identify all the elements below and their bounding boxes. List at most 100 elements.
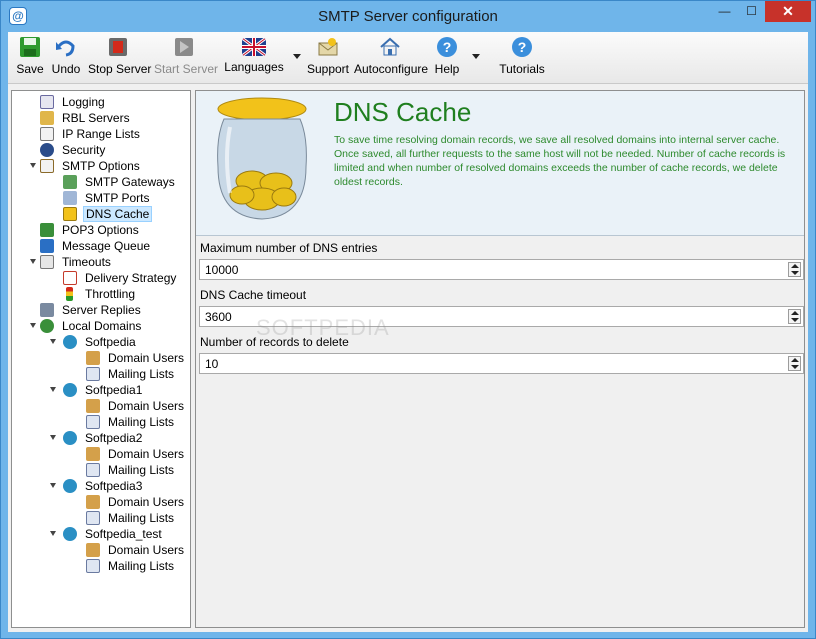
support-envelope-icon <box>318 38 338 56</box>
spin-down-icon[interactable] <box>791 318 799 322</box>
max-dns-entries-label: Maximum number of DNS entries <box>200 241 378 255</box>
users-icon <box>86 351 100 365</box>
tree-item-label: Message Queue <box>62 239 151 253</box>
client-area: Save Undo Stop Server Start Server Langu… <box>8 32 808 632</box>
tree-item-label: IP Range Lists <box>62 127 140 141</box>
tree-item-label: Mailing Lists <box>108 559 175 573</box>
domain-expander[interactable] <box>50 531 56 536</box>
autoconfigure-button[interactable]: Autoconfigure <box>354 36 429 80</box>
spin-down-icon[interactable] <box>791 365 799 369</box>
tree-item-label: Softpedia3 <box>85 479 143 493</box>
undo-button[interactable]: Undo <box>50 36 82 80</box>
smtp-options-expander[interactable] <box>30 163 36 168</box>
house-icon <box>380 37 400 56</box>
settings-tree[interactable]: Logging RBL Servers IP Range Lists Secur… <box>11 90 191 628</box>
stop-server-button[interactable]: Stop Server <box>88 36 151 80</box>
tree-item-label: Domain Users <box>108 351 185 365</box>
start-server-icon <box>175 38 193 56</box>
stop-server-icon <box>109 38 127 56</box>
tree-item-label: Domain Users <box>108 399 185 413</box>
ip-range-icon <box>40 127 54 141</box>
users-icon <box>86 543 100 557</box>
tree-item-label: Mailing Lists <box>108 415 175 429</box>
globe-icon <box>63 335 77 349</box>
languages-label: Languages <box>224 60 284 74</box>
records-to-delete-value: 10 <box>205 357 219 371</box>
globe-icon <box>63 431 77 445</box>
start-server-label: Start Server <box>154 62 219 76</box>
list-icon <box>86 415 100 429</box>
tree-item-label: Delivery Strategy <box>85 271 177 285</box>
tree-item-label: POP3 Options <box>62 223 139 237</box>
globe-icon <box>63 383 77 397</box>
undo-arrow-icon <box>56 40 75 57</box>
users-icon <box>86 447 100 461</box>
minimize-button[interactable]: — <box>711 1 738 22</box>
rbl-icon <box>40 111 54 125</box>
tree-item-label: Local Domains <box>62 319 142 333</box>
globe-icon <box>63 479 77 493</box>
local-domains-icon <box>40 319 54 333</box>
spin-up-icon[interactable] <box>791 264 799 268</box>
pop3-icon <box>40 223 54 237</box>
title-bar[interactable]: @ SMTP Server configuration — ☐ ✕ <box>1 1 815 32</box>
calendar-icon <box>63 271 77 285</box>
page-description: To save time resolving domain records, w… <box>334 134 786 188</box>
start-server-button[interactable]: Start Server <box>154 36 219 80</box>
traffic-light-icon <box>66 287 73 301</box>
tree-item-label: RBL Servers <box>62 111 130 125</box>
cookie-jar-icon <box>217 97 307 220</box>
support-button[interactable]: Support <box>306 36 350 80</box>
domain-expander[interactable] <box>50 339 56 344</box>
timeouts-expander[interactable] <box>30 259 36 264</box>
tree-item-label: DNS Cache <box>83 206 153 222</box>
tree-item-label: SMTP Ports <box>85 191 150 205</box>
tree-item-label: SMTP Options <box>62 159 140 173</box>
records-to-delete-spinner[interactable] <box>788 356 801 371</box>
save-button[interactable]: Save <box>12 36 48 80</box>
help-question-icon: ? <box>437 37 457 57</box>
spin-up-icon[interactable] <box>791 358 799 362</box>
tree-item-label: Domain Users <box>108 495 185 509</box>
spin-up-icon[interactable] <box>791 311 799 315</box>
tree-item-label: Throttling <box>85 287 136 301</box>
ports-icon <box>63 191 77 205</box>
log-icon <box>40 95 54 109</box>
help-dropdown-arrow[interactable] <box>472 54 480 59</box>
max-dns-entries-input[interactable]: 10000 <box>199 259 804 280</box>
domain-expander[interactable] <box>50 387 56 392</box>
close-button[interactable]: ✕ <box>765 1 811 22</box>
dns-cache-timeout-spinner[interactable] <box>788 309 801 324</box>
domain-expander[interactable] <box>50 435 56 440</box>
tutorials-label: Tutorials <box>499 62 545 76</box>
spin-down-icon[interactable] <box>791 271 799 275</box>
server-icon <box>40 303 54 317</box>
max-dns-entries-spinner[interactable] <box>788 262 801 277</box>
list-icon <box>86 463 100 477</box>
tutorials-question-icon: ? <box>512 37 532 57</box>
tree-item-label: Softpedia <box>85 335 136 349</box>
maximize-button[interactable]: ☐ <box>738 1 765 22</box>
help-button[interactable]: ? Help <box>432 36 462 80</box>
records-to-delete-input[interactable]: 10 <box>199 353 804 374</box>
svg-text:?: ? <box>518 39 527 55</box>
domain-expander[interactable] <box>50 483 56 488</box>
autoconfigure-label: Autoconfigure <box>354 62 429 76</box>
floppy-disk-icon <box>20 37 40 57</box>
local-domains-expander[interactable] <box>30 323 36 328</box>
tree-item-label: Mailing Lists <box>108 463 175 477</box>
languages-button[interactable]: Languages <box>224 36 284 80</box>
smtp-options-icon <box>40 159 54 173</box>
tree-item-label: Mailing Lists <box>108 367 175 381</box>
languages-dropdown-arrow[interactable] <box>293 54 301 59</box>
security-officer-icon <box>40 143 54 157</box>
dns-cache-timeout-label: DNS Cache timeout <box>200 288 307 302</box>
tree-item-label: Domain Users <box>108 447 185 461</box>
tree-item-label: Softpedia1 <box>85 383 143 397</box>
globe-icon <box>63 527 77 541</box>
tree-item-label: Logging <box>62 95 105 109</box>
page-header: DNS Cache To save time resolving domain … <box>196 91 804 236</box>
content-panel: DNS Cache To save time resolving domain … <box>195 90 805 628</box>
window-title: SMTP Server configuration <box>318 8 498 25</box>
tutorials-button[interactable]: ? Tutorials <box>498 36 546 80</box>
